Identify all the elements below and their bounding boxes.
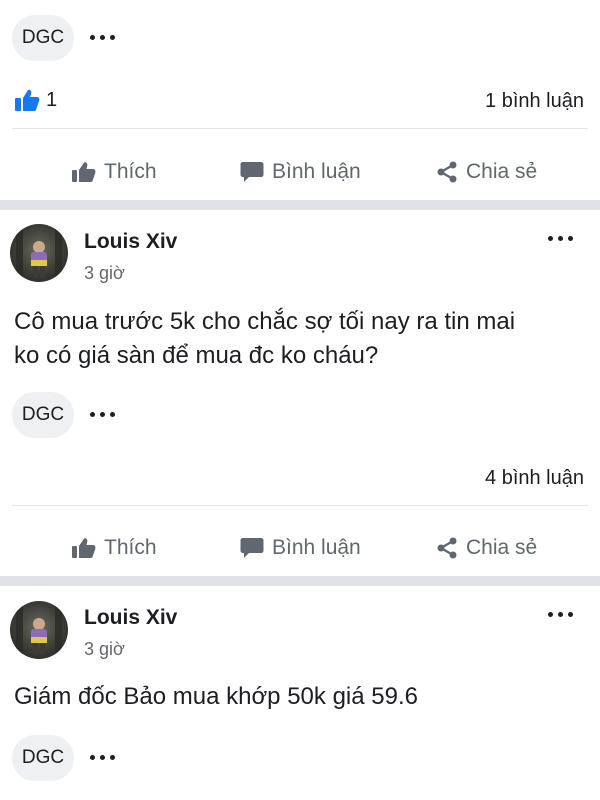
like-label: Thích <box>104 536 157 559</box>
share-button[interactable]: Chia sẻ <box>436 536 537 560</box>
avatar[interactable] <box>10 224 68 282</box>
author-name[interactable]: Louis Xiv <box>84 606 177 630</box>
share-icon <box>437 161 457 183</box>
like-button[interactable]: Thích <box>72 536 157 560</box>
comment-label: Bình luận <box>272 160 361 183</box>
like-summary[interactable]: 1 <box>14 88 57 112</box>
comment-button[interactable]: Bình luận <box>240 536 361 560</box>
post-more-icon[interactable] <box>548 236 573 241</box>
post-time[interactable]: 3 giờ <box>84 639 125 660</box>
post-content-line: Cô mua trước 5k cho chắc sợ tối nay ra t… <box>14 308 516 335</box>
like-label: Thích <box>104 160 157 183</box>
comment-button[interactable]: Bình luận <box>240 160 361 184</box>
tag-chip[interactable]: DGC <box>12 15 74 61</box>
share-icon <box>437 537 457 559</box>
post-content-line: Giám đốc Bảo mua khớp 50k giá 59.6 <box>14 683 418 710</box>
comment-bubble-icon <box>240 538 264 558</box>
like-button[interactable]: Thích <box>72 160 157 184</box>
tag-label: DGC <box>21 747 65 768</box>
author-name[interactable]: Louis Xiv <box>84 230 177 254</box>
tag-more-icon[interactable] <box>90 412 115 417</box>
like-count: 1 <box>46 88 58 111</box>
divider <box>12 505 588 506</box>
post-separator <box>0 200 600 210</box>
post-time[interactable]: 3 giờ <box>84 263 125 284</box>
share-button[interactable]: Chia sẻ <box>436 160 537 184</box>
post-more-icon[interactable] <box>548 612 573 617</box>
thumbs-up-icon <box>72 162 96 182</box>
tag-more-icon[interactable] <box>90 35 115 40</box>
like-icon <box>15 89 40 111</box>
tag-label: DGC <box>21 27 65 48</box>
tag-more-icon[interactable] <box>90 755 115 760</box>
tag-label: DGC <box>21 404 65 425</box>
avatar-image-icon <box>16 224 62 282</box>
comment-bubble-icon <box>240 162 264 182</box>
avatar[interactable] <box>10 601 68 659</box>
post-separator <box>0 576 600 586</box>
comment-count[interactable]: 1 bình luận <box>485 90 584 113</box>
tag-chip[interactable]: DGC <box>12 735 74 781</box>
comment-label: Bình luận <box>272 536 361 559</box>
tag-chip[interactable]: DGC <box>12 392 74 438</box>
share-label: Chia sẻ <box>466 536 538 559</box>
thumbs-up-icon <box>72 538 96 558</box>
share-label: Chia sẻ <box>466 160 538 183</box>
post-content-line: ko có giá sàn để mua đc ko cháu? <box>14 342 379 369</box>
avatar-image-icon <box>16 601 62 659</box>
comment-count[interactable]: 4 bình luận <box>485 467 584 490</box>
divider <box>12 128 588 129</box>
